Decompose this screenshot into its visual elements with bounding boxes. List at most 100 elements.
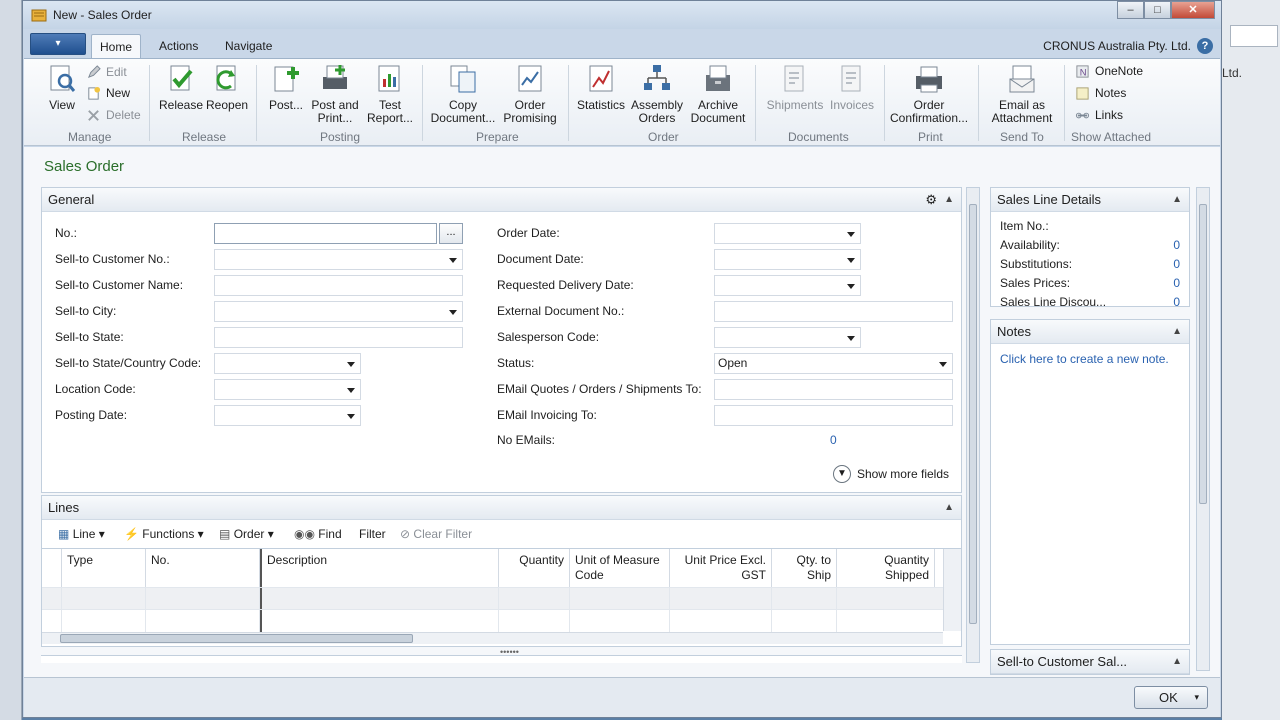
sell-to-customer-name-field[interactable] xyxy=(214,275,463,296)
collapse-chevron-icon[interactable]: ▲ xyxy=(1172,650,1182,674)
column-header-type[interactable]: Type xyxy=(62,549,146,587)
notes-icon xyxy=(1076,87,1089,100)
factbox-header[interactable]: Notes ▲ xyxy=(991,320,1189,344)
location-code-field[interactable] xyxy=(214,379,361,400)
reopen-button[interactable]: Reopen xyxy=(206,63,248,112)
column-header-unit-price[interactable]: Unit Price Excl. GST xyxy=(670,549,772,587)
column-header-qty-to-ship[interactable]: Qty. to Ship xyxy=(772,549,837,587)
notes-button[interactable]: Notes xyxy=(1075,85,1126,102)
sell-to-state-country-code-field[interactable] xyxy=(214,353,361,374)
tab-actions[interactable]: Actions xyxy=(151,34,206,59)
field-label-salesperson-code: Salesperson Code: xyxy=(497,330,600,344)
shipments-button[interactable]: Shipments xyxy=(765,63,825,112)
factbox-header[interactable]: Sales Line Details ▲ xyxy=(991,188,1189,212)
order-date-field[interactable] xyxy=(714,223,861,244)
collapse-chevron-icon[interactable]: ▲ xyxy=(1172,188,1182,212)
collapse-chevron-icon[interactable]: ▲ xyxy=(944,188,954,212)
column-header-quantity[interactable]: Quantity xyxy=(499,549,570,587)
show-more-fields-link[interactable]: ▼ Show more fields xyxy=(832,465,949,483)
salesperson-code-field[interactable] xyxy=(714,327,861,348)
bottom-bar: OK ▾ xyxy=(24,677,1220,717)
email-as-attachment-button[interactable]: Email as Attachment xyxy=(988,63,1056,125)
table-row[interactable] xyxy=(42,609,943,632)
field-label-requested-delivery-date: Requested Delivery Date: xyxy=(497,278,634,292)
line-menu-button[interactable]: ▦ Line ▾ xyxy=(58,527,105,541)
order-promising-button[interactable]: Order Promising xyxy=(500,63,560,125)
close-button[interactable]: ✕ xyxy=(1171,1,1215,19)
column-header-quantity-shipped[interactable]: Quantity Shipped xyxy=(837,549,935,587)
email-invoicing-field[interactable] xyxy=(714,405,953,426)
sell-to-city-field[interactable] xyxy=(214,301,463,322)
email-quotes-field[interactable] xyxy=(714,379,953,400)
release-button[interactable]: Release xyxy=(159,63,203,112)
collapse-chevron-icon[interactable]: ▲ xyxy=(944,496,954,520)
find-button[interactable]: ◉◉ Find xyxy=(294,527,342,541)
field-label-sell-to-state-country-code: Sell-to State/Country Code: xyxy=(55,356,202,370)
copy-document-button[interactable]: Copy Document... xyxy=(430,63,496,125)
group-release-label: Release xyxy=(182,130,227,144)
assembly-orders-button[interactable]: Assembly Orders xyxy=(628,63,686,125)
lines-fasttab-header[interactable]: Lines ▲ xyxy=(42,496,961,520)
sales-line-details-factbox: Sales Line Details ▲ Item No.: Availabili… xyxy=(990,187,1190,309)
general-fasttab-header[interactable]: General ⚙ ▲ xyxy=(42,188,961,212)
ribbon-separator xyxy=(568,65,569,141)
maximize-button[interactable]: □ xyxy=(1144,1,1171,19)
post-icon xyxy=(274,66,299,92)
horizontal-scroll-thumb[interactable] xyxy=(60,634,413,643)
no-field[interactable] xyxy=(214,223,437,244)
tab-home[interactable]: Home xyxy=(91,34,142,59)
status-field[interactable]: Open xyxy=(714,353,953,374)
vertical-scrollbar[interactable] xyxy=(943,549,961,631)
help-icon[interactable]: ? xyxy=(1197,38,1213,54)
collapse-chevron-icon[interactable]: ▲ xyxy=(1172,320,1182,344)
new-button[interactable]: New xyxy=(86,85,130,102)
splitter-handle[interactable]: •••••• xyxy=(500,647,519,657)
posting-date-field[interactable] xyxy=(214,405,361,426)
application-menu-button[interactable]: ▾ xyxy=(30,33,86,55)
page-vertical-scrollbar[interactable] xyxy=(966,187,980,663)
order-menu-button[interactable]: ▤ Order ▾ xyxy=(219,527,274,541)
requested-delivery-date-field[interactable] xyxy=(714,275,861,296)
column-header-description[interactable]: Description xyxy=(260,549,499,587)
invoices-button[interactable]: Invoices xyxy=(826,63,878,112)
sell-to-state-field[interactable] xyxy=(214,327,463,348)
factbox-scroll-thumb[interactable] xyxy=(1199,204,1207,504)
lightning-icon: ⚡ xyxy=(124,527,139,541)
post-button[interactable]: Post... xyxy=(268,63,304,112)
ok-button[interactable]: OK ▾ xyxy=(1134,686,1208,709)
field-label-sell-to-customer-no: Sell-to Customer No.: xyxy=(55,252,170,266)
no-assist-button[interactable]: ... xyxy=(439,223,463,244)
tab-navigate[interactable]: Navigate xyxy=(217,34,280,59)
view-button[interactable]: View xyxy=(42,63,82,112)
filter-button[interactable]: Filter xyxy=(359,527,386,541)
horizontal-scrollbar[interactable] xyxy=(42,632,943,644)
sell-to-customer-no-field[interactable] xyxy=(214,249,463,270)
links-button[interactable]: Links xyxy=(1075,107,1123,124)
edit-button[interactable]: Edit xyxy=(86,64,127,81)
archive-icon xyxy=(706,65,730,91)
order-confirmation-button[interactable]: Order Confirmation... xyxy=(890,63,968,125)
minimize-button[interactable]: ‒ xyxy=(1117,1,1144,19)
clear-filter-button[interactable]: ⊘ Clear Filter xyxy=(400,527,472,541)
document-date-field[interactable] xyxy=(714,249,861,270)
grid-icon: ▦ xyxy=(58,527,70,541)
onenote-button[interactable]: N OneNote xyxy=(1075,63,1143,80)
delete-button[interactable]: Delete xyxy=(86,107,141,124)
column-header-unit-of-measure-code[interactable]: Unit of Measure Code xyxy=(570,549,670,587)
test-report-button[interactable]: Test Report... xyxy=(366,63,414,125)
archive-document-button[interactable]: Archive Document xyxy=(688,63,748,125)
factbox-scrollbar[interactable] xyxy=(1196,187,1210,671)
statistics-button[interactable]: Statistics xyxy=(576,63,626,112)
functions-menu-button[interactable]: ⚡ Functions ▾ xyxy=(124,527,204,541)
column-header-no[interactable]: No. xyxy=(146,549,260,587)
customize-gear-icon[interactable]: ⚙ xyxy=(925,188,937,212)
field-label-email-invoicing: EMail Invoicing To: xyxy=(497,408,597,422)
post-and-print-button[interactable]: Post and Print... xyxy=(307,63,363,125)
create-note-link[interactable]: Click here to create a new note. xyxy=(991,344,1189,374)
company-name: CRONUS Australia Pty. Ltd. xyxy=(1043,39,1191,53)
table-row[interactable] xyxy=(42,587,943,610)
delete-icon xyxy=(88,110,99,121)
factbox-header[interactable]: Sell-to Customer Sal... ▲ xyxy=(991,650,1189,674)
page-scroll-thumb[interactable] xyxy=(969,204,977,624)
external-document-no-field[interactable] xyxy=(714,301,953,322)
